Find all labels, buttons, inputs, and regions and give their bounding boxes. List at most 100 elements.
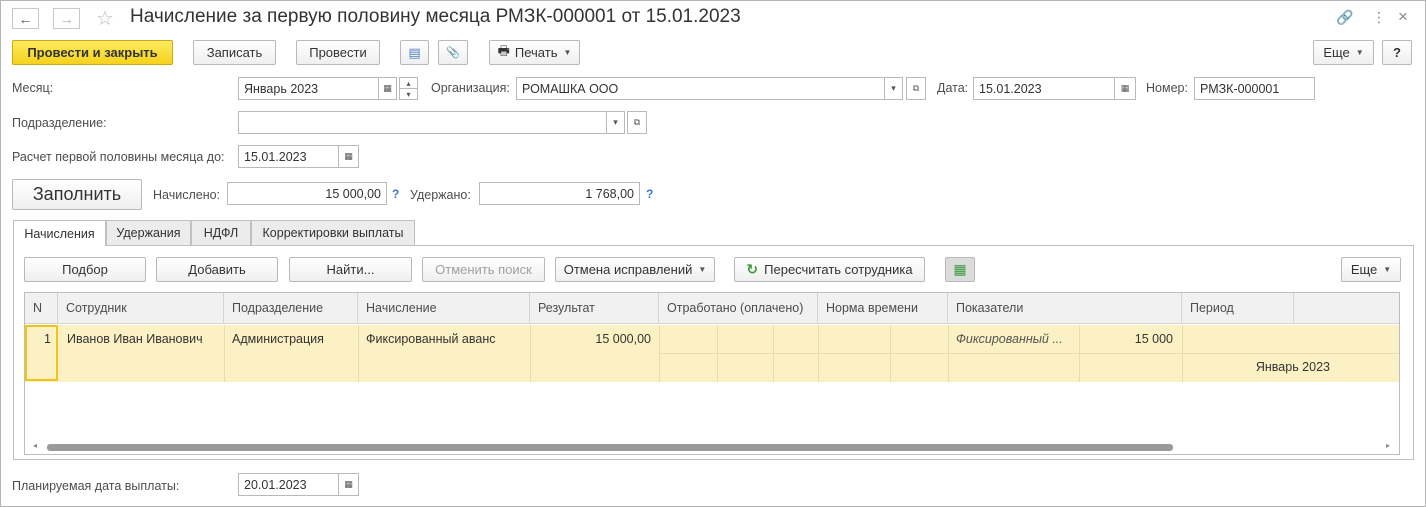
- organization-label: Организация:: [431, 81, 510, 95]
- open-icon: ⧉: [633, 117, 641, 127]
- date-field[interactable]: 15.01.2023: [973, 77, 1115, 100]
- column-header-period[interactable]: Период: [1182, 293, 1294, 324]
- indicator-value-cell[interactable]: 15 000: [1083, 332, 1173, 346]
- refresh-icon: ↻: [746, 261, 759, 277]
- printer-icon: 🖶: [497, 42, 510, 58]
- scroll-left-icon[interactable]: ◂: [33, 441, 37, 450]
- department-cell[interactable]: Администрация: [232, 332, 356, 346]
- column-header-worked[interactable]: Отработано (оплачено): [659, 293, 818, 324]
- department-dropdown-button[interactable]: ▾: [606, 111, 625, 134]
- cancel-corrections-button[interactable]: Отмена исправлений ▼: [555, 257, 715, 282]
- planned-date-calendar-button[interactable]: ▦: [338, 473, 359, 496]
- withheld-help-icon[interactable]: ?: [646, 187, 653, 201]
- accrued-help-icon[interactable]: ?: [392, 187, 399, 201]
- table-more-button[interactable]: Еще ▼: [1341, 257, 1401, 282]
- cell-divider: [530, 325, 531, 382]
- chevron-down-icon: ▾: [891, 83, 896, 93]
- open-icon: ⧉: [912, 83, 920, 93]
- planned-date-field[interactable]: 20.01.2023: [238, 473, 339, 496]
- result-cell[interactable]: 15 000,00: [533, 332, 651, 346]
- withheld-label: Удержано:: [410, 188, 471, 202]
- scrollbar-thumb[interactable]: [47, 444, 1173, 451]
- month-calendar-button[interactable]: ▦: [378, 77, 397, 100]
- page-title: Начисление за первую половину месяца РМЗ…: [130, 6, 741, 27]
- add-button[interactable]: Добавить: [156, 257, 278, 282]
- department-field[interactable]: [238, 111, 607, 134]
- fill-button[interactable]: Заполнить: [12, 179, 142, 210]
- column-header-department[interactable]: Подразделение: [224, 293, 358, 324]
- planned-date-label: Планируемая дата выплаты:: [12, 479, 180, 493]
- period-cell[interactable]: Январь 2023: [1205, 360, 1330, 374]
- date-calendar-button[interactable]: ▦: [1114, 77, 1136, 100]
- close-icon[interactable]: ×: [1398, 7, 1408, 27]
- column-header-indicators[interactable]: Показатели: [948, 293, 1182, 324]
- arrow-left-icon: ←: [18, 10, 33, 27]
- report-icon: ▤: [408, 44, 421, 60]
- tab-deductions[interactable]: Удержания: [106, 220, 191, 245]
- organization-field[interactable]: РОМАШКА ООО: [516, 77, 885, 100]
- recalc-employee-button[interactable]: ↻ Пересчитать сотрудника: [734, 257, 925, 282]
- month-field[interactable]: Январь 2023: [238, 77, 379, 100]
- pick-button[interactable]: Подбор: [24, 257, 146, 282]
- post-button[interactable]: Провести: [296, 40, 380, 65]
- caret-down-icon: ▼: [1355, 48, 1364, 57]
- month-label: Месяц:: [12, 81, 54, 95]
- star-icon[interactable]: ☆: [96, 6, 114, 31]
- tab-payment-corrections[interactable]: Корректировки выплаты: [251, 220, 415, 245]
- date-label: Дата:: [937, 81, 969, 95]
- column-header-accrual[interactable]: Начисление: [358, 293, 530, 324]
- calc-until-label: Расчет первой половины месяца до:: [12, 150, 225, 164]
- table-more-label: Еще: [1350, 262, 1378, 277]
- cancel-corrections-label: Отмена исправлений: [563, 262, 693, 277]
- organization-dropdown-button[interactable]: ▾: [884, 77, 903, 100]
- organization-open-button[interactable]: ⧉: [906, 77, 926, 100]
- link-icon[interactable]: 🔗: [1336, 9, 1353, 26]
- forward-button[interactable]: →: [53, 8, 80, 29]
- calendar-icon: ▦: [1120, 83, 1130, 93]
- grid-settings-icon: ▦: [953, 261, 967, 277]
- print-button[interactable]: 🖶 Печать ▼: [489, 40, 580, 65]
- accrued-label: Начислено:: [153, 188, 221, 202]
- tab-ndfl[interactable]: НДФЛ: [191, 220, 251, 245]
- calc-until-field[interactable]: 15.01.2023: [238, 145, 339, 168]
- column-header-time-norm[interactable]: Норма времени: [818, 293, 948, 324]
- department-open-button[interactable]: ⧉: [627, 111, 647, 134]
- cell-divider: [224, 325, 225, 382]
- scroll-right-icon[interactable]: ▸: [1386, 441, 1390, 450]
- caret-down-icon: ▼: [698, 265, 707, 274]
- employee-cell[interactable]: Иванов Иван Иванович: [67, 332, 222, 346]
- more-label: Еще: [1323, 45, 1350, 60]
- month-spin-down[interactable]: ▾: [399, 88, 418, 100]
- grid-settings-button[interactable]: ▦: [945, 257, 975, 282]
- spin-up-icon: ▴: [406, 78, 411, 88]
- indicator-name-cell[interactable]: Фиксированный ...: [956, 332, 1076, 346]
- print-label: Печать: [514, 45, 558, 60]
- calc-until-calendar-button[interactable]: ▦: [338, 145, 359, 168]
- withheld-field: 1 768,00: [479, 182, 640, 205]
- attach-button[interactable]: 📎: [438, 40, 468, 65]
- caret-down-icon: ▼: [563, 48, 572, 57]
- department-label: Подразделение:: [12, 116, 107, 130]
- arrow-right-icon: →: [59, 10, 74, 27]
- more-button[interactable]: Еще ▼: [1313, 40, 1374, 65]
- more-actions-icon[interactable]: ⋮: [1372, 9, 1386, 26]
- help-button[interactable]: ?: [1382, 40, 1412, 65]
- row-divider: [659, 353, 1399, 354]
- tab-accruals[interactable]: Начисления: [13, 220, 106, 246]
- column-header-n[interactable]: N: [25, 293, 58, 324]
- row-number: 1: [44, 332, 51, 346]
- caret-down-icon: ▼: [1383, 265, 1392, 274]
- accrual-cell[interactable]: Фиксированный аванс: [366, 332, 528, 346]
- cell-divider: [358, 325, 359, 382]
- cancel-search-button[interactable]: Отменить поиск: [422, 257, 545, 282]
- column-header-employee[interactable]: Сотрудник: [58, 293, 224, 324]
- back-button[interactable]: ←: [12, 8, 39, 29]
- post-and-close-button[interactable]: Провести и закрыть: [12, 40, 173, 65]
- accrued-field: 15 000,00: [227, 182, 387, 205]
- column-header-result[interactable]: Результат: [530, 293, 659, 324]
- report-button[interactable]: ▤: [400, 40, 429, 65]
- save-button[interactable]: Записать: [193, 40, 276, 65]
- find-button[interactable]: Найти...: [289, 257, 412, 282]
- accruals-table: N Сотрудник Подразделение Начисление Рез…: [24, 292, 1400, 455]
- number-field[interactable]: РМЗК-000001: [1194, 77, 1315, 100]
